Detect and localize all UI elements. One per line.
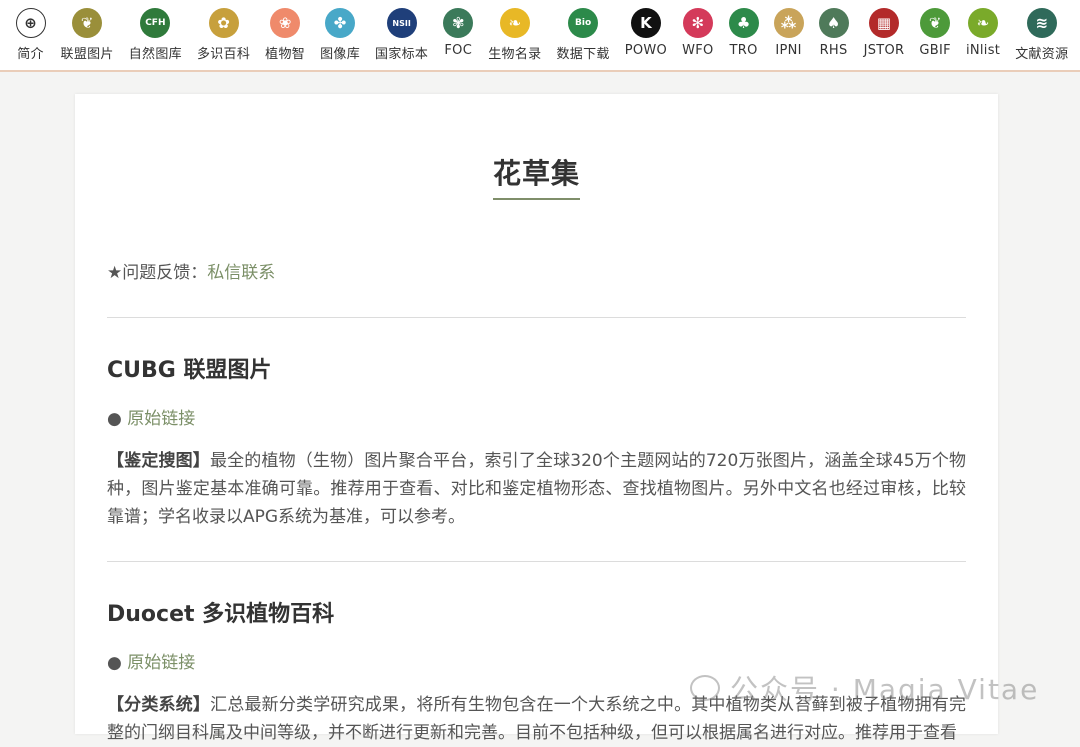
nav-item-label: 国家标本	[375, 47, 429, 62]
nav-item-label: IPNI	[775, 43, 802, 58]
nav-item-label: 多识百科	[196, 47, 251, 62]
nav-item-bionet[interactable]: Bio 数据下载	[549, 0, 617, 70]
title-wrap: 花草集	[107, 94, 966, 200]
bullet-dot: ●	[107, 409, 122, 429]
nav-item-label: TRO	[729, 43, 758, 58]
nsii-logo-icon: NSII	[386, 8, 417, 38]
powo-logo-icon: K	[630, 8, 661, 38]
nav-item-docs[interactable]: ≋ 文献资源	[1008, 0, 1076, 70]
nav-item-label: 数据下载	[556, 47, 610, 62]
plant-logo-icon: ❦	[72, 8, 103, 38]
nav-item-cfh[interactable]: CFH 自然图库	[121, 0, 189, 70]
nav-item-foc[interactable]: ✾ FOC	[436, 0, 481, 70]
section-tag: 【鉴定搜图】	[107, 451, 210, 471]
feedback-contact-link[interactable]: 私信联系	[207, 263, 275, 283]
nav-item-inlist[interactable]: ❧ iNlist	[958, 0, 1007, 70]
nav-item-species[interactable]: ❧ 生物名录	[481, 0, 549, 70]
nav-item-zhiwuzhi[interactable]: ❀ 植物智	[258, 0, 313, 70]
inlist-logo-icon: ❧	[968, 8, 999, 38]
section-title: Duocet 多识植物百科	[107, 602, 335, 627]
tro-logo-icon: ♣	[728, 8, 759, 38]
nav-item-label: 文献资源	[1015, 47, 1069, 62]
foc-logo-icon: ✾	[443, 8, 474, 38]
divider	[107, 317, 966, 318]
nav-item-nsii[interactable]: NSII 国家标本	[368, 0, 436, 70]
rhs-logo-icon: ♠	[818, 8, 849, 38]
watermark: 公众号 · Magia Vitae	[690, 668, 1039, 708]
nav-item-intro[interactable]: ⊕ 简介	[8, 0, 53, 70]
section-text: 最全的植物（生物）图片聚合平台，索引了全球320个主题网站的720万张图片，涵盖…	[107, 451, 967, 527]
nav-item-gbif[interactable]: ❦ GBIF	[912, 0, 959, 70]
nav-item-label: 生物名录	[488, 47, 542, 62]
section-title: CUBG 联盟图片	[107, 358, 272, 383]
wechat-icon	[690, 675, 720, 701]
bionet-logo-icon: Bio	[568, 8, 599, 38]
feedback-line: ★问题反馈：私信联系	[107, 258, 966, 283]
nav-item-label: RHS	[819, 43, 848, 58]
nav-item-label: 图像库	[320, 47, 360, 62]
cfh-logo-icon: CFH	[140, 8, 171, 38]
books-logo-icon: ≋	[1026, 8, 1057, 38]
pinwheel-logo-icon: ✤	[325, 8, 356, 38]
nav-item-label: FOC	[444, 43, 473, 58]
original-link[interactable]: 原始链接	[127, 653, 195, 673]
original-link-row: ● 原始链接	[107, 404, 966, 429]
nav-item-union[interactable]: ❦ 联盟图片	[53, 0, 121, 70]
wfo-logo-icon: ✻	[682, 8, 713, 38]
ipni-logo-icon: ⁂	[773, 8, 804, 38]
nav-item-ipni[interactable]: ⁂ IPNI	[766, 0, 811, 70]
content-card: 花草集 ★问题反馈：私信联系 CUBG 联盟图片 ● 原始链接 【鉴定搜图】最全…	[75, 94, 998, 743]
nav-item-label: 简介	[17, 47, 44, 62]
lotus-logo-icon: ❀	[270, 8, 301, 38]
nav-item-label: POWO	[624, 43, 668, 58]
nav-item-label: iNlist	[965, 43, 1001, 58]
bullet-dot: ●	[107, 653, 122, 673]
divider	[107, 561, 966, 562]
nav-item-label: 自然图库	[128, 47, 182, 62]
nav-item-jstor[interactable]: ▦ JSTOR	[856, 0, 912, 70]
nav-item-label: GBIF	[919, 43, 951, 58]
nav-item-rhs[interactable]: ♠ RHS	[811, 0, 856, 70]
section-tag: 【分类系统】	[107, 695, 211, 715]
nav-item-label: JSTOR	[863, 43, 905, 58]
feedback-prefix: ★问题反馈：	[107, 263, 208, 283]
watermark-text: 公众号 · Magia Vitae	[730, 673, 1040, 706]
page-title: 花草集	[492, 152, 580, 200]
nav-item-duocet[interactable]: ✿ 多识百科	[189, 0, 257, 70]
globe-icon: ⊕	[15, 8, 46, 38]
nav-item-wfo[interactable]: ✻ WFO	[675, 0, 721, 70]
nav-item-label: 植物智	[265, 47, 306, 62]
nav-item-tro[interactable]: ♣ TRO	[721, 0, 766, 70]
section-cubg: CUBG 联盟图片 ● 原始链接 【鉴定搜图】最全的植物（生物）图片聚合平台，索…	[107, 352, 966, 531]
jstor-logo-icon: ▦	[869, 8, 899, 38]
nav-item-label: WFO	[682, 43, 714, 58]
top-nav-bar: ⊕ 简介 ❦ 联盟图片 CFH 自然图库 ✿ 多识百科 ❀ 植物智 ✤ 图像库 NSII 国家标本 ✾ FOC…	[0, 0, 1080, 72]
ginkgo-logo-icon: ❧	[499, 8, 530, 38]
nav-item-powo[interactable]: K POWO	[617, 0, 674, 70]
original-link[interactable]: 原始链接	[127, 409, 195, 429]
tree-logo-icon: ✿	[208, 8, 239, 38]
section-body: 【鉴定搜图】最全的植物（生物）图片聚合平台，索引了全球320个主题网站的720万…	[107, 447, 966, 531]
nav-item-label: 联盟图片	[60, 47, 114, 62]
gbif-logo-icon: ❦	[920, 8, 951, 38]
nav-item-ppbc[interactable]: ✤ 图像库	[313, 0, 368, 70]
